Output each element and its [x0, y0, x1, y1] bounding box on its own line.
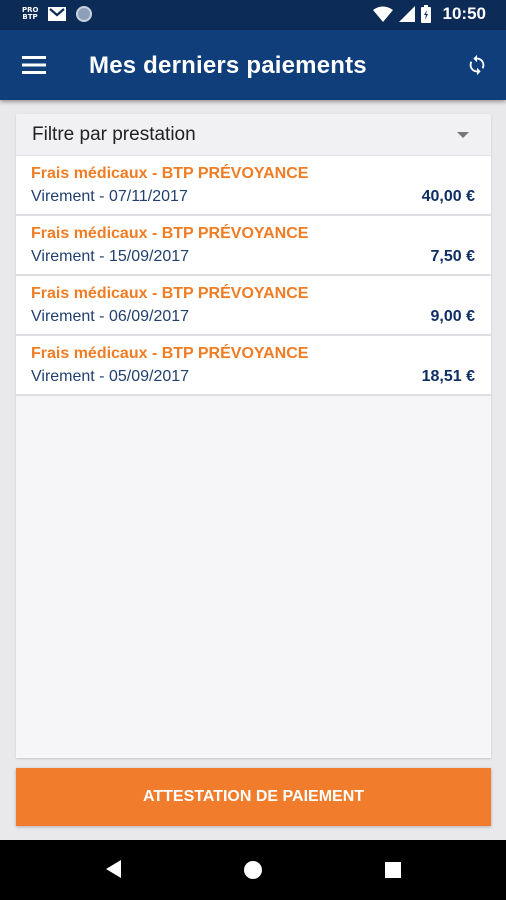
attestation-button[interactable]: ATTESTATION DE PAIEMENT — [16, 768, 491, 826]
filter-label: Filtre par prestation — [32, 124, 196, 145]
hamburger-menu-icon — [22, 56, 46, 74]
payment-subtitle: Virement - 05/09/2017 — [31, 368, 190, 385]
payment-row[interactable]: Frais médicaux - BTP PRÉVOYANCE Virement… — [16, 276, 491, 336]
status-time: 10:50 — [442, 4, 486, 23]
home-icon[interactable] — [244, 861, 262, 879]
payment-row[interactable]: Frais médicaux - BTP PRÉVOYANCE Virement… — [16, 156, 491, 216]
recent-apps-icon[interactable] — [385, 862, 401, 878]
refresh-button[interactable] — [458, 46, 496, 84]
payment-row[interactable]: Frais médicaux - BTP PRÉVOYANCE Virement… — [16, 336, 491, 396]
signal-icon — [398, 6, 415, 22]
battery-icon — [420, 5, 431, 23]
gmail-icon — [48, 7, 66, 21]
circle-app-icon — [76, 6, 92, 22]
payment-title: Frais médicaux - BTP PRÉVOYANCE — [31, 345, 309, 362]
payment-title: Frais médicaux - BTP PRÉVOYANCE — [31, 225, 309, 242]
wifi-icon — [372, 6, 393, 22]
payment-subtitle: Virement - 06/09/2017 — [31, 308, 190, 325]
payment-subtitle: Virement - 15/09/2017 — [31, 248, 190, 265]
payment-amount: 9,00 € — [430, 308, 475, 325]
payments-panel: Filtre par prestation Frais médicaux - B… — [16, 114, 491, 758]
system-nav-bar — [0, 840, 506, 900]
payment-amount: 18,51 € — [421, 368, 475, 385]
menu-button[interactable] — [14, 47, 54, 83]
dropdown-arrow-icon — [457, 132, 469, 138]
payment-title: Frais médicaux - BTP PRÉVOYANCE — [31, 165, 309, 182]
back-icon[interactable] — [106, 860, 121, 878]
filter-dropdown[interactable]: Filtre par prestation — [16, 114, 491, 156]
payment-amount: 40,00 € — [421, 188, 475, 205]
app-bar: Mes derniers paiements — [0, 30, 506, 100]
page-title: Mes derniers paiements — [89, 52, 367, 79]
payment-title: Frais médicaux - BTP PRÉVOYANCE — [31, 285, 309, 302]
probtp-app-icon: PRO BTP — [22, 6, 39, 21]
payment-row[interactable]: Frais médicaux - BTP PRÉVOYANCE Virement… — [16, 216, 491, 276]
payment-subtitle: Virement - 07/11/2017 — [31, 188, 188, 205]
refresh-icon — [469, 54, 485, 76]
status-bar: PRO BTP 10:50 — [0, 0, 506, 30]
payment-amount: 7,50 € — [430, 248, 475, 265]
